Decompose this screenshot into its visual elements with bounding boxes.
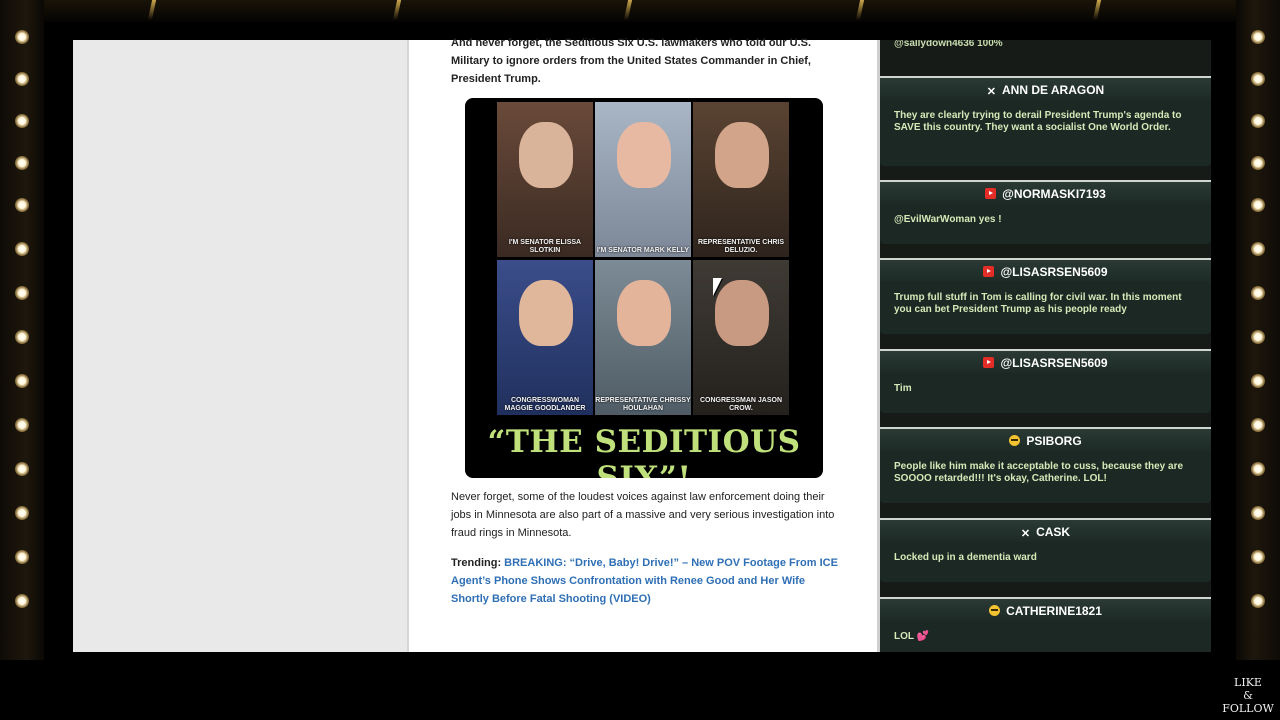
x-icon: ✕ [1020,528,1031,540]
youtube-icon [983,266,995,277]
article-paragraph: Never forget, some of the loudest voices… [451,491,835,539]
chat-message: ✕ CASK Locked up in a dementia ward [880,518,1211,582]
chat-message: @LISASRSEN5609 Trump full stuff in Tom i… [880,258,1211,334]
chat-text: @EvilWarWoman yes ! [894,214,1002,225]
portrait-caption: I'M SENATOR ELISSA SLOTKIN [508,239,582,254]
portrait-caption: REPRESENTATIVE CHRIS DELUZIO. [697,239,785,254]
live-chat-panel: @sallydown4636 100% ✕ ANN DE ARAGON They … [880,40,1211,652]
trending-link[interactable]: BREAKING: “Drive, Baby! Drive!” – New PO… [451,557,838,605]
chat-message: @NORMASKI7193 @EvilWarWoman yes ! [880,180,1211,244]
portrait-caption: CONGRESSMAN JASON CROW. [699,397,783,412]
chat-author: ✕ CASK [880,518,1211,542]
portrait: CONGRESSWOMAN MAGGIE GOODLANDER [497,260,593,415]
page-left-gutter [73,40,407,652]
youtube-icon [983,357,995,368]
chat-author: @NORMASKI7193 [880,180,1211,204]
chat-message: PSIBORG People like him make it acceptab… [880,427,1211,503]
shared-screen: And never forget, the Seditious Six U.S.… [73,37,1211,652]
article-lead: And never forget, the Seditious Six U.S.… [451,37,812,85]
portrait: CONGRESSMAN JASON CROW. [693,260,789,415]
emoji-icon [989,605,1001,616]
youtube-icon [985,188,997,199]
chat-message: ✕ ANN DE ARAGON They are clearly trying t… [880,76,1211,166]
trending-line: Trending: BREAKING: “Drive, Baby! Drive!… [451,554,841,608]
like-follow-overlay: LIKE & FOLLOW [1222,676,1274,715]
chat-text: LOL 💕 [894,631,930,642]
chat-text: They are clearly trying to derail Presid… [894,110,1182,133]
trending-label: Trending: [451,557,502,569]
chat-text: Tim [894,383,912,394]
seditious-six-image[interactable]: I'M SENATOR ELISSA SLOTKIN I'M SENATOR M… [465,98,823,478]
video-frame: And never forget, the Seditious Six U.S.… [0,0,1280,720]
marquee-top-border [0,0,1280,22]
article-column: And never forget, the Seditious Six U.S.… [407,37,877,652]
photo-grid: I'M SENATOR ELISSA SLOTKIN I'M SENATOR M… [497,102,789,416]
chat-author: ✕ ANN DE ARAGON [880,76,1211,100]
portrait: I'M SENATOR ELISSA SLOTKIN [497,102,593,257]
chat-author: PSIBORG [880,427,1211,451]
portrait: I'M SENATOR MARK KELLY [595,102,691,257]
chat-message: CATHERINE1821 LOL 💕 [880,597,1211,652]
emoji-icon [1009,435,1021,446]
chat-text: Trump full stuff in Tom is calling for c… [894,292,1182,315]
marquee-left-border [0,0,44,660]
marquee-right-border [1236,0,1280,660]
portrait-caption: REPRESENTATIVE CHRISSY HOULAHAN [595,397,691,412]
chat-partial-message: @sallydown4636 100% [894,40,1003,49]
portrait-caption: I'M SENATOR MARK KELLY [596,247,690,254]
mouse-cursor-icon [713,278,722,296]
chat-text: People like him make it acceptable to cu… [894,461,1184,484]
chat-message: @LISASRSEN5609 Tim [880,349,1211,413]
chat-author: CATHERINE1821 [880,597,1211,621]
portrait: REPRESENTATIVE CHRIS DELUZIO. [693,102,789,257]
chat-author: @LISASRSEN5609 [880,349,1211,373]
chat-author: @LISASRSEN5609 [880,258,1211,282]
chat-text: Locked up in a dementia ward [894,552,1037,563]
x-icon: ✕ [986,86,996,98]
portrait: REPRESENTATIVE CHRISSY HOULAHAN [595,260,691,415]
portrait-caption: CONGRESSWOMAN MAGGIE GOODLANDER [504,397,586,412]
image-headline: “THE SEDITIOUS SIX”! [487,424,801,478]
bottom-bar [0,660,1280,720]
